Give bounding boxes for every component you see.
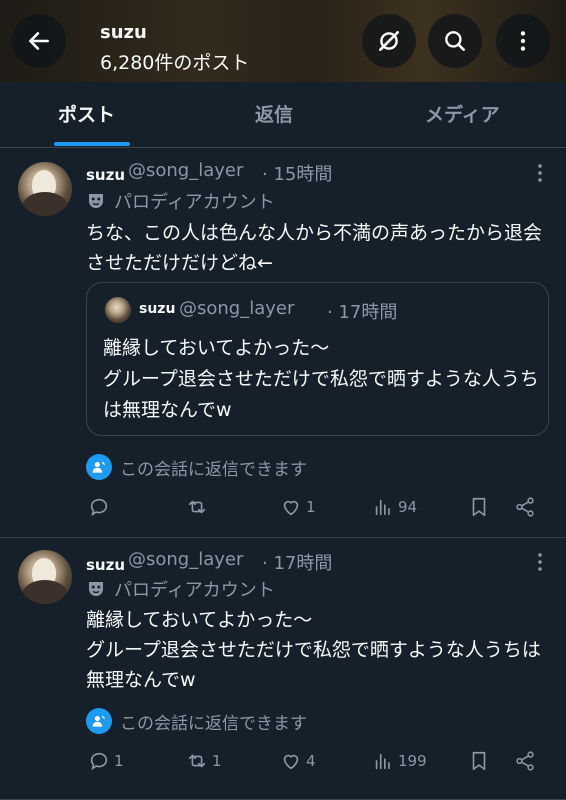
tweet[interactable]: suzu @song_layer · 17時間 パロディアカウント 離縁しておい…	[0, 538, 566, 800]
tweet-text: 離縁しておいてよかった〜 グループ退会させただけで私怨で晒すような人うちは無理な…	[86, 609, 541, 691]
views-count: 199	[398, 752, 427, 770]
reply-count: 1	[114, 752, 124, 770]
active-tab-indicator	[54, 142, 130, 146]
tweet-actions: 1 1 4 199	[0, 750, 566, 778]
quote-timestamp: · 17時間	[327, 302, 398, 323]
like-button[interactable]: 4	[280, 750, 316, 772]
parody-label: パロディアカウント	[86, 576, 275, 602]
reply-button[interactable]	[88, 496, 114, 518]
grok-icon	[379, 31, 399, 51]
parody-text: パロディアカウント	[114, 580, 275, 601]
profile-tabs: ポスト 返信 メディア	[0, 82, 566, 148]
repost-icon	[188, 754, 206, 768]
tweet-author-name[interactable]: suzu	[86, 556, 125, 574]
tweet-text: ちな、この人は色んな人から不満の声あったから退会させただけだけどね←	[86, 222, 543, 274]
parody-mask-icon	[89, 582, 103, 596]
more-options-button[interactable]	[496, 14, 550, 68]
quote-tweet[interactable]: suzu @song_layer · 17時間 離縁しておいてよかった〜 グルー…	[86, 282, 549, 436]
heart-icon	[283, 754, 299, 770]
reply-restriction-icon	[86, 454, 112, 480]
repost-button[interactable]	[186, 496, 212, 518]
views-button[interactable]: 199	[372, 750, 427, 772]
tweet-author-handle[interactable]: @song_layer	[128, 549, 243, 570]
avatar[interactable]	[18, 550, 72, 604]
tweet-more-icon[interactable]	[530, 163, 550, 183]
parody-mask-icon	[89, 194, 103, 208]
reply-restriction-text: この会話に返信できます	[120, 459, 307, 480]
post-count: 6,280件のポスト	[100, 52, 250, 74]
quote-author-name: suzu	[139, 301, 176, 317]
reply-restriction-icon	[86, 708, 112, 734]
share-icon	[516, 497, 534, 517]
tweet-actions: 1 94	[0, 496, 566, 524]
parody-label: パロディアカウント	[86, 188, 275, 214]
reply-icon	[90, 498, 108, 517]
reply-restriction-notice: この会話に返信できます	[86, 454, 307, 480]
tweet-timestamp[interactable]: · 15時間	[262, 160, 332, 186]
like-button[interactable]: 1	[280, 496, 316, 518]
repost-count: 1	[212, 752, 222, 770]
back-button[interactable]	[12, 14, 66, 68]
repost-icon	[188, 500, 206, 514]
more-vertical-icon	[520, 31, 526, 51]
heart-icon	[283, 500, 299, 516]
tweet-more-icon[interactable]	[530, 552, 550, 572]
bookmark-icon	[472, 751, 486, 771]
tab-replies[interactable]: 返信	[255, 100, 293, 127]
tweet[interactable]: suzu @song_layer · 15時間 パロディアカウント ちな、この人…	[0, 148, 566, 538]
search-icon	[445, 31, 465, 51]
tweet-author-handle[interactable]: @song_layer	[128, 160, 243, 181]
views-count: 94	[398, 498, 418, 516]
like-count: 1	[306, 498, 316, 516]
share-icon	[516, 751, 534, 771]
reply-restriction-notice: この会話に返信できます	[86, 708, 307, 734]
reply-button[interactable]: 1	[88, 750, 124, 772]
share-button[interactable]	[514, 750, 540, 772]
search-button[interactable]	[428, 14, 482, 68]
profile-header-banner: suzu 6,280件のポスト	[0, 0, 566, 82]
tweet-author-name[interactable]: suzu	[86, 166, 125, 184]
views-chart-icon	[375, 753, 390, 770]
repost-button[interactable]: 1	[186, 750, 222, 772]
quote-text: 離縁しておいてよかった〜 グループ退会させただけで私怨で晒すような人うちは無理な…	[103, 337, 539, 421]
bookmark-button[interactable]	[468, 496, 494, 518]
views-chart-icon	[375, 499, 390, 516]
bookmark-button[interactable]	[468, 750, 494, 772]
reply-restriction-text: この会話に返信できます	[120, 713, 307, 734]
grok-button[interactable]	[362, 14, 416, 68]
profile-display-name: suzu	[100, 22, 147, 43]
share-button[interactable]	[514, 496, 540, 518]
bookmark-icon	[472, 497, 486, 517]
like-count: 4	[306, 752, 316, 770]
tweet-timestamp[interactable]: · 17時間	[262, 549, 332, 575]
avatar[interactable]	[18, 162, 72, 216]
quote-avatar	[105, 297, 131, 323]
tab-media[interactable]: メディア	[425, 100, 500, 127]
views-button[interactable]: 94	[372, 496, 417, 518]
back-arrow-icon	[29, 32, 49, 50]
parody-text: パロディアカウント	[114, 192, 275, 213]
quote-author-handle: @song_layer	[179, 298, 295, 319]
reply-icon	[90, 752, 108, 771]
tab-posts[interactable]: ポスト	[58, 100, 115, 127]
